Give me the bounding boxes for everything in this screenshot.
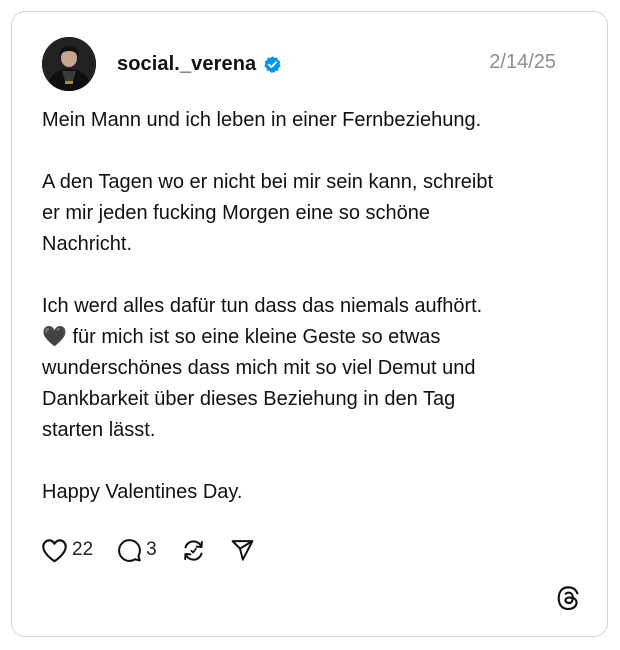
send-icon [231, 539, 254, 561]
post-paragraph: Ich werd alles dafür tun dass das niemal… [42, 295, 483, 441]
like-button[interactable]: 22 [41, 538, 93, 563]
post-paragraph: Mein Mann und ich leben in einer Fernbez… [42, 109, 482, 131]
verified-badge-icon [263, 55, 282, 74]
avatar[interactable] [42, 37, 96, 91]
action-bar: 22 3 [41, 536, 279, 564]
post-date: 2/14/25 [489, 51, 556, 73]
repost-button[interactable] [181, 538, 206, 563]
like-count: 22 [72, 539, 94, 560]
post-paragraph: Happy Valentines Day. [42, 481, 243, 503]
post-body: Mein Mann und ich leben in einer Fernbez… [42, 105, 582, 508]
author-row: social._verena [117, 50, 282, 78]
repost-icon [183, 539, 203, 561]
share-button[interactable] [230, 538, 255, 563]
comment-bubble-icon [118, 538, 142, 562]
reply-button[interactable]: 3 [117, 538, 157, 563]
post-card: social._verena 2/14/25 Mein Mann und ich… [11, 11, 608, 637]
threads-logo-icon [555, 585, 581, 611]
post-paragraph: A den Tagen wo er nicht bei mir sein kan… [42, 171, 493, 255]
reply-count: 3 [146, 539, 157, 560]
avatar-image [42, 37, 96, 91]
heart-icon [42, 538, 67, 562]
username[interactable]: social._verena [117, 53, 256, 76]
